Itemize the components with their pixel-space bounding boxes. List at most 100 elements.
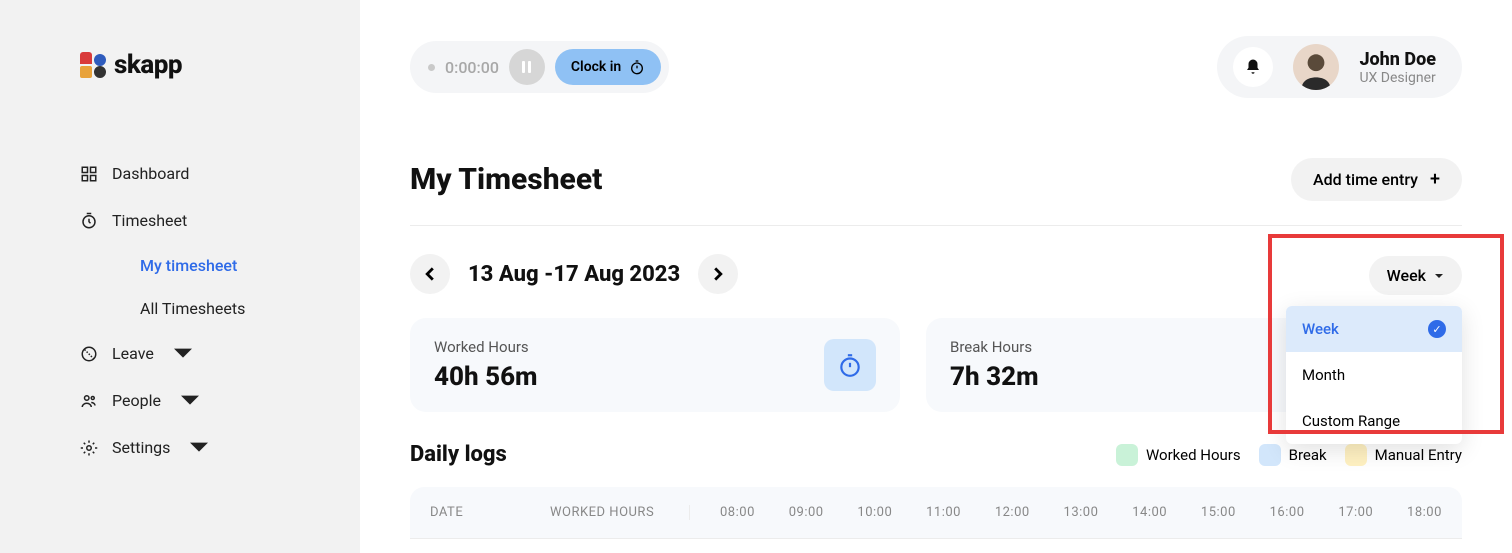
- legend-manual: Manual Entry: [1345, 444, 1462, 466]
- nav-leave[interactable]: Leave: [80, 330, 360, 377]
- chevron-left-icon: [423, 267, 437, 281]
- main-nav: Dashboard Timesheet My timesheet All Tim…: [0, 120, 360, 471]
- logo: skapp: [0, 50, 360, 120]
- nav-timesheet-label: Timesheet: [112, 211, 187, 230]
- period-option-custom-label: Custom Range: [1302, 412, 1400, 430]
- dashboard-icon: [80, 165, 98, 183]
- date-nav: 13 Aug -17 Aug 2023: [410, 254, 1462, 294]
- legend-break-label: Break: [1289, 446, 1327, 464]
- record-dot-icon: [428, 64, 435, 71]
- nav-timesheet[interactable]: Timesheet: [80, 197, 360, 244]
- hour-tick: 08:00: [720, 505, 755, 520]
- hour-tick: 18:00: [1407, 505, 1442, 520]
- daily-logs-title: Daily logs: [410, 442, 507, 467]
- legend-worked: Worked Hours: [1116, 444, 1241, 466]
- chevron-down-icon: [174, 345, 192, 363]
- nav-dashboard-label: Dashboard: [112, 164, 189, 183]
- worked-hours-label: Worked Hours: [434, 338, 538, 356]
- nav-my-timesheet[interactable]: My timesheet: [140, 244, 360, 287]
- caret-down-icon: [1434, 271, 1444, 281]
- page-title: My Timesheet: [410, 162, 602, 197]
- hour-tick: 10:00: [857, 505, 892, 520]
- period-option-month[interactable]: Month: [1286, 352, 1462, 398]
- col-worked-hours: WORKED HOURS: [550, 505, 690, 520]
- hour-tick: 13:00: [1064, 505, 1099, 520]
- prev-week-button[interactable]: [410, 254, 450, 294]
- worked-hours-icon-wrap: [824, 339, 876, 391]
- legend-manual-label: Manual Entry: [1375, 446, 1462, 464]
- hour-tick: 12:00: [995, 505, 1030, 520]
- swatch-worked-icon: [1116, 444, 1138, 466]
- hour-tick: 16:00: [1270, 505, 1305, 520]
- daily-logs-header: Daily logs Worked Hours Break Manual Ent…: [410, 442, 1462, 467]
- next-week-button[interactable]: [698, 254, 738, 294]
- nav-settings-label: Settings: [112, 438, 170, 457]
- hour-tick: 09:00: [789, 505, 824, 520]
- stopwatch-icon: [629, 59, 645, 75]
- nav-settings[interactable]: Settings: [80, 424, 360, 471]
- nav-all-timesheets[interactable]: All Timesheets: [140, 287, 360, 330]
- period-option-week-label: Week: [1302, 320, 1339, 338]
- user-role: UX Designer: [1359, 70, 1436, 86]
- swatch-break-icon: [1259, 444, 1281, 466]
- break-hours-value: 7h 32m: [950, 362, 1039, 392]
- leave-icon: [80, 345, 98, 363]
- period-option-week[interactable]: Week ✓: [1286, 306, 1462, 352]
- date-range: 13 Aug -17 Aug 2023: [468, 262, 680, 287]
- clock-widget: 0:00:00 Clock in: [410, 41, 669, 93]
- plus-icon: +: [1430, 171, 1440, 189]
- clock-in-button[interactable]: Clock in: [555, 49, 661, 85]
- avatar-image: [1295, 48, 1337, 90]
- chevron-right-icon: [711, 267, 725, 281]
- worked-hours-card: Worked Hours 40h 56m: [410, 318, 900, 412]
- legend-break: Break: [1259, 444, 1327, 466]
- chevron-down-icon: [190, 439, 208, 457]
- nav-people[interactable]: People: [80, 377, 360, 424]
- legend: Worked Hours Break Manual Entry: [1116, 444, 1462, 466]
- col-date: DATE: [430, 505, 550, 520]
- user-name: John Doe: [1359, 49, 1436, 70]
- check-icon: ✓: [1428, 320, 1446, 338]
- nav-timesheet-submenu: My timesheet All Timesheets: [80, 244, 360, 330]
- brand-logo-icon: [80, 52, 106, 78]
- hour-tick: 14:00: [1132, 505, 1167, 520]
- pause-icon: [522, 61, 531, 73]
- hour-tick: 17:00: [1338, 505, 1373, 520]
- bell-icon: [1244, 58, 1262, 76]
- chevron-down-icon: [181, 392, 199, 410]
- hour-tick: 15:00: [1201, 505, 1236, 520]
- topbar: 0:00:00 Clock in John Doe UX Designer: [410, 36, 1462, 98]
- legend-worked-label: Worked Hours: [1146, 446, 1241, 464]
- sidebar: skapp Dashboard Timesheet My timesheet A…: [0, 0, 360, 553]
- brand-name: skapp: [114, 50, 182, 80]
- period-option-custom[interactable]: Custom Range: [1286, 398, 1462, 444]
- swatch-manual-icon: [1345, 444, 1367, 466]
- clock-time: 0:00:00: [445, 58, 499, 77]
- hours-axis: 08:00 09:00 10:00 11:00 12:00 13:00 14:0…: [690, 505, 1442, 520]
- main-content: 0:00:00 Clock in John Doe UX Designer My…: [360, 0, 1512, 553]
- pause-button[interactable]: [509, 49, 545, 85]
- add-time-entry-button[interactable]: Add time entry +: [1291, 158, 1462, 201]
- clock-in-label: Clock in: [571, 59, 621, 75]
- settings-icon: [80, 439, 98, 457]
- nav-people-label: People: [112, 391, 161, 410]
- people-icon: [80, 392, 98, 410]
- nav-dashboard[interactable]: Dashboard: [80, 150, 360, 197]
- daily-table-header: DATE WORKED HOURS 08:00 09:00 10:00 11:0…: [410, 487, 1462, 539]
- nav-leave-label: Leave: [112, 344, 154, 363]
- page-header: My Timesheet Add time entry +: [410, 158, 1462, 226]
- user-area: John Doe UX Designer: [1217, 36, 1462, 98]
- period-dropdown-menu: Week ✓ Month Custom Range: [1286, 306, 1462, 444]
- add-time-entry-label: Add time entry: [1313, 170, 1418, 189]
- worked-hours-value: 40h 56m: [434, 362, 538, 392]
- stopwatch-icon: [837, 352, 863, 378]
- period-selector: Week Week ✓ Month Custom Range: [1369, 256, 1462, 295]
- avatar[interactable]: [1293, 44, 1339, 90]
- break-hours-label: Break Hours: [950, 338, 1039, 356]
- timesheet-icon: [80, 212, 98, 230]
- hour-tick: 11:00: [926, 505, 961, 520]
- period-selected-label: Week: [1387, 266, 1426, 285]
- user-info: John Doe UX Designer: [1359, 49, 1436, 86]
- notifications-button[interactable]: [1233, 47, 1273, 87]
- period-dropdown-button[interactable]: Week: [1369, 256, 1462, 295]
